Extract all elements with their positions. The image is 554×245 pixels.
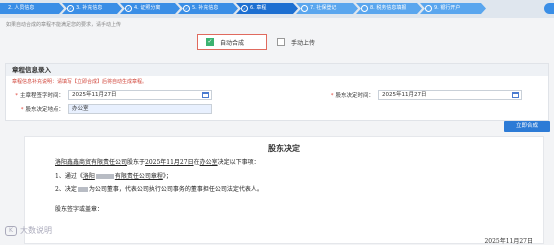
- required-mark: *: [20, 107, 24, 113]
- document-line-1: 洛阳鑫鑫商贸有限责任公司股东于2025年11月27日在办公室决定以下事项：: [55, 159, 260, 166]
- collapse-handle[interactable]: [544, 3, 554, 14]
- circle-icon: [425, 5, 432, 12]
- charter-info-panel: 章程信息录入 章程信息补充说明：请填写【立即合成】后将自动生成章程。 * 主章程签…: [5, 63, 549, 121]
- sign-time-row: * 主章程签字时间： 2025年11月27日: [6, 90, 212, 100]
- step-item[interactable]: ✓ 4. 证照分离: [120, 3, 180, 14]
- check-circle-icon: ✓: [184, 6, 189, 11]
- calendar-icon[interactable]: [512, 92, 519, 98]
- circle-icon: [301, 5, 308, 12]
- sign-time-input[interactable]: 2025年11月27日: [68, 90, 212, 100]
- check-circle-icon: ✓: [242, 6, 247, 11]
- redacted-block: [95, 174, 114, 179]
- auto-generate-option[interactable]: ✓ 自动合成: [197, 34, 267, 50]
- document-sign-line: 股东签字或盖章：: [55, 206, 104, 213]
- manual-upload-option[interactable]: 手动上传: [275, 34, 335, 50]
- place-row: * 股东决定地点： 办公室: [6, 104, 212, 114]
- notice-text: 如果自动合成的章程不能满足您的要求，请手动上传: [6, 22, 122, 28]
- document-line-2: 1、通过《洛阳 有限责任公司章程》；: [55, 173, 172, 180]
- manual-upload-label: 手动上传: [291, 39, 316, 47]
- step-item[interactable]: ✓ 3. 补充信息: [62, 3, 122, 14]
- check-circle-icon: ✓: [68, 6, 73, 11]
- auto-generate-label: 自动合成: [220, 39, 245, 47]
- watermark: K 大数说明: [5, 225, 52, 236]
- step-item[interactable]: ✓ 5. 补充信息: [178, 3, 238, 14]
- calendar-icon[interactable]: [202, 92, 209, 98]
- step-item[interactable]: 7. 社保登记: [296, 3, 358, 14]
- required-mark: *: [15, 93, 18, 99]
- generate-button[interactable]: 立即合成: [504, 121, 550, 132]
- required-mark: *: [330, 93, 334, 99]
- panel-title: 章程信息录入: [6, 64, 548, 76]
- watermark-logo-icon: K: [5, 225, 17, 236]
- place-input[interactable]: 办公室: [68, 104, 212, 114]
- checkbox-icon[interactable]: [277, 38, 285, 46]
- step-item[interactable]: 8. 税务信息填报: [356, 3, 422, 14]
- check-circle-icon: ✓: [126, 6, 131, 11]
- step-item[interactable]: 9. 银行开户: [420, 3, 486, 14]
- document-line-3: 2、决定 为公司董事，代表公司执行公司事务的董事担任公司法定代表人。: [55, 186, 263, 193]
- redacted-block: [77, 187, 88, 192]
- circle-icon: [361, 5, 368, 12]
- step-item[interactable]: 2. 人员信息: [0, 3, 64, 14]
- checkbox-checked-icon[interactable]: ✓: [206, 38, 214, 46]
- progress-steps: 2. 人员信息 ✓ 3. 补充信息 ✓ 4. 证照分离 ✓ 5. 补充信息 ✓ 6. 章…: [0, 0, 554, 18]
- document-preview: 股东决定 洛阳鑫鑫商贸有限责任公司股东于2025年11月27日在办公室决定以下事…: [24, 136, 544, 245]
- step-item-current[interactable]: ✓ 6. 章程: [236, 3, 298, 14]
- warning-text: 章程信息补充说明：请填写【立即合成】后将自动生成章程。: [12, 79, 148, 85]
- decision-time-input[interactable]: 2025年11月27日: [378, 90, 522, 100]
- decision-time-row: * 股东决定时间： 2025年11月27日: [316, 90, 522, 100]
- document-title: 股东决定: [268, 143, 300, 153]
